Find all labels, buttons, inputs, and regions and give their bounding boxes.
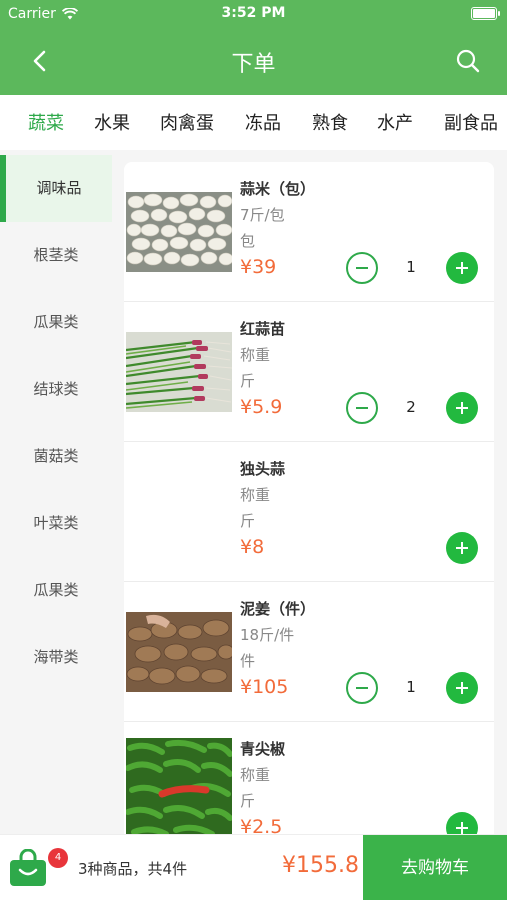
product-unit: 斤 — [240, 512, 256, 530]
quantity-value: 1 — [406, 678, 416, 696]
nav-bar: 下单 — [0, 28, 507, 95]
product-spec: 18斤/件 — [240, 626, 295, 644]
category-tabs: 蔬菜 水果 肉禽蛋 冻品 熟食 水产 副食品 — [0, 95, 507, 150]
tab-vegetables[interactable]: 蔬菜 — [28, 109, 64, 135]
product-price: ¥5.9 — [240, 396, 283, 418]
product-item: 红蒜苗 称重 斤 ¥5.9 2 — [124, 302, 494, 442]
product-name: 青尖椒 — [240, 740, 286, 758]
cart-summary: 3种商品，共4件 — [78, 860, 188, 878]
page-title: 下单 — [231, 52, 276, 77]
product-unit: 斤 — [240, 372, 256, 390]
product-image-ginger — [126, 612, 232, 692]
tab-meat-eggs[interactable]: 肉禽蛋 — [160, 109, 214, 135]
sidebar-item-root-stem[interactable]: 根茎类 — [0, 222, 112, 289]
quantity-value: 1 — [406, 258, 416, 276]
product-price: ¥105 — [240, 676, 289, 698]
tab-frozen[interactable]: 冻品 — [245, 109, 281, 135]
product-unit: 斤 — [240, 792, 256, 810]
product-spec: 7斤/包 — [240, 206, 285, 224]
status-bar: Carrier 3:52 PM — [0, 0, 507, 28]
header: Carrier 3:52 PM 下单 — [0, 0, 507, 95]
product-price: ¥8 — [240, 536, 265, 558]
battery-icon — [471, 7, 500, 20]
cart-count-badge: 4 — [48, 848, 68, 868]
product-name: 泥姜（件） — [240, 600, 316, 618]
product-name: 蒜米（包） — [240, 180, 316, 198]
minus-icon — [356, 687, 368, 689]
decrease-quantity-button[interactable] — [346, 672, 378, 704]
cart-bar: 4 3种商品，共4件 ¥155.8 去购物车 — [0, 834, 507, 900]
product-unit: 件 — [240, 652, 256, 670]
increase-quantity-button[interactable] — [446, 672, 478, 704]
product-item: 青尖椒 称重 斤 ¥2.5 — [124, 722, 494, 834]
product-name: 独头蒜 — [240, 460, 286, 478]
product-spec: 称重 — [240, 766, 271, 784]
tab-seafood[interactable]: 水产 — [377, 109, 413, 135]
product-item: 独头蒜 称重 斤 ¥8 — [124, 442, 494, 582]
tab-groceries[interactable]: 副食品 — [444, 109, 498, 135]
product-spec: 称重 — [240, 486, 271, 504]
increase-quantity-button[interactable] — [446, 252, 478, 284]
cart-total: ¥155.8 — [282, 853, 359, 878]
sidebar-item-head-veg[interactable]: 结球类 — [0, 356, 112, 423]
product-unit: 包 — [240, 232, 256, 250]
minus-icon — [356, 267, 368, 269]
tab-deli[interactable]: 熟食 — [312, 109, 348, 135]
product-image-green-garlic — [126, 332, 232, 412]
increase-quantity-button[interactable] — [446, 532, 478, 564]
sidebar-item-kelp[interactable]: 海带类 — [0, 624, 112, 691]
sidebar-item-melon-fruit-2[interactable]: 瓜果类 — [0, 557, 112, 624]
decrease-quantity-button[interactable] — [346, 252, 378, 284]
status-time: 3:52 PM — [221, 5, 286, 21]
sidebar-item-seasoning[interactable]: 调味品 — [0, 155, 112, 222]
subcategory-sidebar: 调味品 根茎类 瓜果类 结球类 菌菇类 叶菜类 瓜果类 海带类 — [0, 150, 112, 834]
increase-quantity-button[interactable] — [446, 812, 478, 834]
increase-quantity-button[interactable] — [446, 392, 478, 424]
shopping-bag-icon[interactable] — [8, 849, 48, 887]
decrease-quantity-button[interactable] — [346, 392, 378, 424]
sidebar-item-leafy[interactable]: 叶菜类 — [0, 490, 112, 557]
product-item: 蒜米（包） 7斤/包 包 ¥39 1 — [124, 162, 494, 302]
product-item: 泥姜（件） 18斤/件 件 ¥105 1 — [124, 582, 494, 722]
product-price: ¥39 — [240, 256, 277, 278]
tab-fruit[interactable]: 水果 — [94, 109, 130, 135]
product-spec: 称重 — [240, 346, 271, 364]
product-price: ¥2.5 — [240, 816, 283, 834]
product-card: 蒜米（包） 7斤/包 包 ¥39 1 红蒜苗 称重 斤 ¥5.9 2 独头蒜 称… — [124, 162, 494, 834]
go-to-cart-button[interactable]: 去购物车 — [363, 835, 507, 900]
product-image-garlic-cloves — [126, 192, 232, 272]
sidebar-item-mushroom[interactable]: 菌菇类 — [0, 423, 112, 490]
quantity-value: 2 — [406, 398, 416, 416]
product-image-green-pepper — [126, 738, 232, 834]
sidebar-item-melon-fruit[interactable]: 瓜果类 — [0, 289, 112, 356]
minus-icon — [356, 407, 368, 409]
search-icon[interactable] — [455, 48, 481, 74]
product-name: 红蒜苗 — [240, 320, 286, 338]
product-list[interactable]: 蒜米（包） 7斤/包 包 ¥39 1 红蒜苗 称重 斤 ¥5.9 2 独头蒜 称… — [112, 150, 507, 834]
